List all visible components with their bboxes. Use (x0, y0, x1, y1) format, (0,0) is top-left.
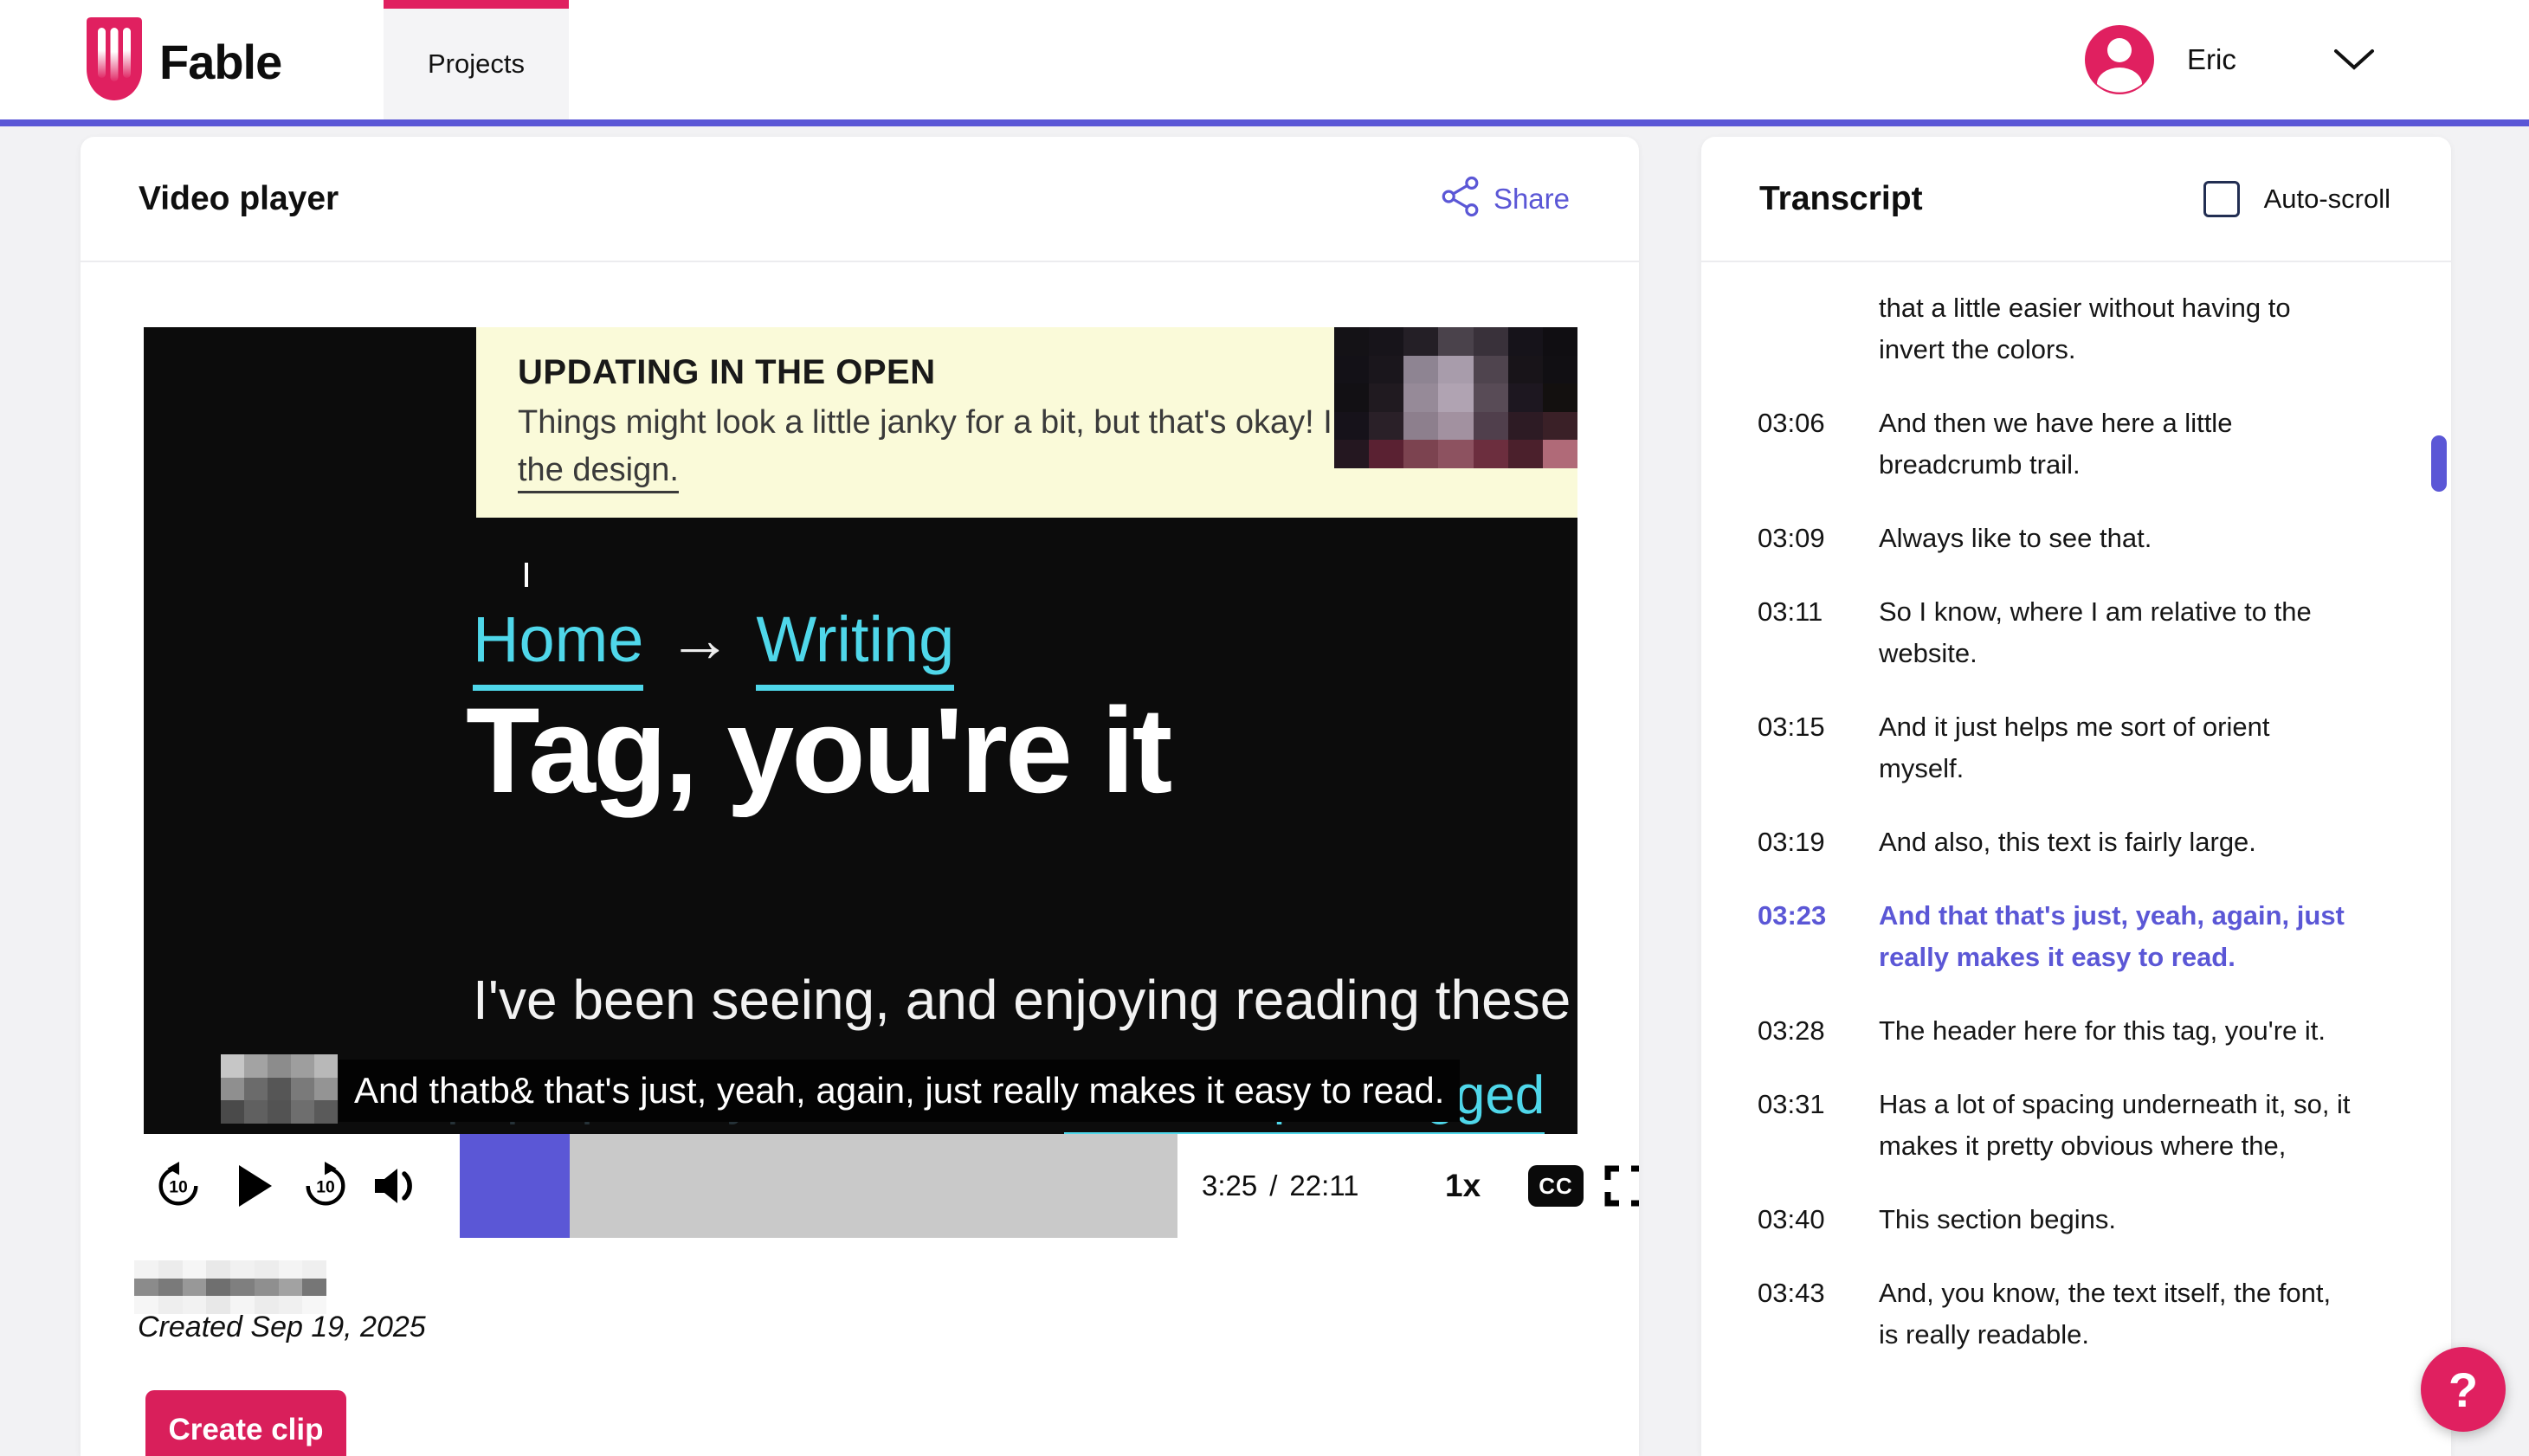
transcript-timestamp[interactable]: 03:06 (1758, 403, 1879, 486)
transcript-panel: Transcript Auto-scroll that a little eas… (1701, 137, 2451, 1456)
create-clip-button[interactable]: Create clip (145, 1390, 346, 1456)
transcript-entry[interactable]: 03:43 And, you know, the text itself, th… (1758, 1272, 2451, 1356)
share-icon (1442, 176, 1480, 222)
transcript-timestamp[interactable]: 03:40 (1758, 1199, 1879, 1240)
auto-scroll-toggle[interactable]: Auto-scroll (2203, 181, 2390, 217)
chevron-down-icon[interactable] (2333, 48, 2375, 71)
fullscreen-button[interactable] (1604, 1165, 1639, 1207)
fable-logo[interactable]: Fable (87, 17, 281, 106)
video-breadcrumb-writing: Writing (756, 602, 954, 691)
video-breadcrumb-arrow-icon: → (668, 603, 732, 675)
created-date: Created Sep 19, 2025 (138, 1311, 426, 1344)
transcript-entry[interactable]: 03:19 And also, this text is fairly larg… (1758, 821, 2451, 863)
playback-speed-button[interactable]: 1x (1445, 1134, 1481, 1238)
transcript-entry[interactable]: 03:06 And then we have here a little bre… (1758, 403, 2451, 486)
tab-projects-label: Projects (428, 48, 525, 80)
forward-10-button[interactable]: 10 (300, 1161, 351, 1211)
share-label: Share (1494, 183, 1570, 216)
transcript-timestamp[interactable] (1758, 287, 1879, 370)
transcript-header: Transcript Auto-scroll (1701, 137, 2451, 262)
transcript-entry[interactable]: 03:11 So I know, where I am relative to … (1758, 591, 2451, 674)
video-breadcrumb: Home → Writing (473, 602, 954, 691)
user-name: Eric (2187, 43, 2236, 76)
transcript-text[interactable]: And then we have here a little breadcrum… (1879, 403, 2353, 486)
webcam-overlay (1334, 327, 1577, 468)
transcript-entry[interactable]: that a little easier without having to i… (1758, 287, 2451, 370)
transcript-text[interactable]: that a little easier without having to i… (1879, 287, 2353, 370)
transcript-text[interactable]: So I know, where I am relative to the we… (1879, 591, 2353, 674)
fable-logo-icon (87, 17, 142, 106)
transcript-scrollbar-thumb[interactable] (2431, 435, 2447, 492)
caption-overlay: And thatb& that's just, yeah, again, jus… (339, 1060, 1460, 1122)
transcript-entry[interactable]: 03:31 Has a lot of spacing underneath it… (1758, 1084, 2451, 1167)
current-time: 3:25 (1202, 1169, 1257, 1202)
video-page-heading: Tag, you're it (466, 680, 1170, 821)
video-panel-header: Video player Share (81, 137, 1639, 262)
video-player-panel: Video player Share UPDATING IN THE OPEN … (81, 137, 1639, 1456)
page-title: Video player (139, 180, 1442, 218)
video-paragraph: I've been seeing, and enjoying reading t… (473, 968, 1571, 1032)
help-button[interactable]: ? (2421, 1347, 2506, 1432)
transcript-entry[interactable]: 03:15 And it just helps me sort of orien… (1758, 706, 2451, 789)
brand-name: Fable (159, 34, 281, 90)
transcript-entry[interactable]: 03:09 Always like to see that. (1758, 518, 2451, 559)
video-text-cursor (525, 563, 528, 587)
player-controls: 10 10 3:25 / 22 (81, 1134, 1639, 1238)
closed-captions-button[interactable]: CC (1528, 1165, 1584, 1207)
svg-text:10: 10 (316, 1179, 335, 1197)
transcript-text[interactable]: And that that's just, yeah, again, just … (1879, 895, 2353, 978)
rewind-10-button[interactable]: 10 (153, 1161, 203, 1211)
progress-fill (460, 1134, 570, 1238)
transcript-timestamp[interactable]: 03:15 (1758, 706, 1879, 789)
redacted-video-region (221, 1054, 338, 1124)
video-banner-link: the design. (518, 452, 679, 493)
video-viewport[interactable]: UPDATING IN THE OPEN Things might look a… (144, 327, 1577, 1134)
transcript-text[interactable]: The header here for this tag, you're it. (1879, 1010, 2353, 1052)
app-header: Fable Projects Eric (0, 0, 2529, 126)
transcript-text[interactable]: Has a lot of spacing underneath it, so, … (1879, 1084, 2353, 1167)
svg-text:10: 10 (169, 1179, 188, 1197)
transcript-text[interactable]: And also, this text is fairly large. (1879, 821, 2353, 863)
user-avatar-icon (2085, 25, 2154, 94)
tab-projects[interactable]: Projects (384, 0, 569, 119)
transcript-text[interactable]: This section begins. (1879, 1199, 2353, 1240)
transcript-timestamp[interactable]: 03:19 (1758, 821, 1879, 863)
transcript-timestamp[interactable]: 03:43 (1758, 1272, 1879, 1356)
time-separator: / (1269, 1169, 1277, 1202)
video-breadcrumb-home: Home (473, 602, 643, 691)
transcript-entry[interactable]: 03:23 And that that's just, yeah, again,… (1758, 895, 2451, 978)
redacted-video-title (134, 1260, 326, 1314)
transcript-entry[interactable]: 03:40 This section begins. (1758, 1199, 2451, 1240)
volume-button[interactable] (373, 1165, 418, 1207)
transcript-timestamp[interactable]: 03:09 (1758, 518, 1879, 559)
user-menu[interactable]: Eric (2085, 0, 2375, 119)
progress-bar[interactable] (460, 1134, 1177, 1238)
transcript-title: Transcript (1759, 180, 2203, 218)
transcript-timestamp[interactable]: 03:31 (1758, 1084, 1879, 1167)
auto-scroll-label: Auto-scroll (2264, 184, 2390, 215)
share-button[interactable]: Share (1442, 176, 1570, 222)
time-display: 3:25 / 22:11 (1202, 1134, 1359, 1238)
transcript-timestamp[interactable]: 03:23 (1758, 895, 1879, 978)
transcript-timestamp[interactable]: 03:28 (1758, 1010, 1879, 1052)
transcript-entry[interactable]: 03:28 The header here for this tag, you'… (1758, 1010, 2451, 1052)
transcript-text[interactable]: And it just helps me sort of orient myse… (1879, 706, 2353, 789)
transcript-text[interactable]: Always like to see that. (1879, 518, 2353, 559)
auto-scroll-checkbox[interactable] (2203, 181, 2240, 217)
transcript-timestamp[interactable]: 03:11 (1758, 591, 1879, 674)
duration: 22:11 (1289, 1169, 1358, 1202)
transcript-list[interactable]: that a little easier without having to i… (1701, 264, 2451, 1456)
play-button[interactable] (237, 1165, 272, 1207)
transcript-text[interactable]: And, you know, the text itself, the font… (1879, 1272, 2353, 1356)
